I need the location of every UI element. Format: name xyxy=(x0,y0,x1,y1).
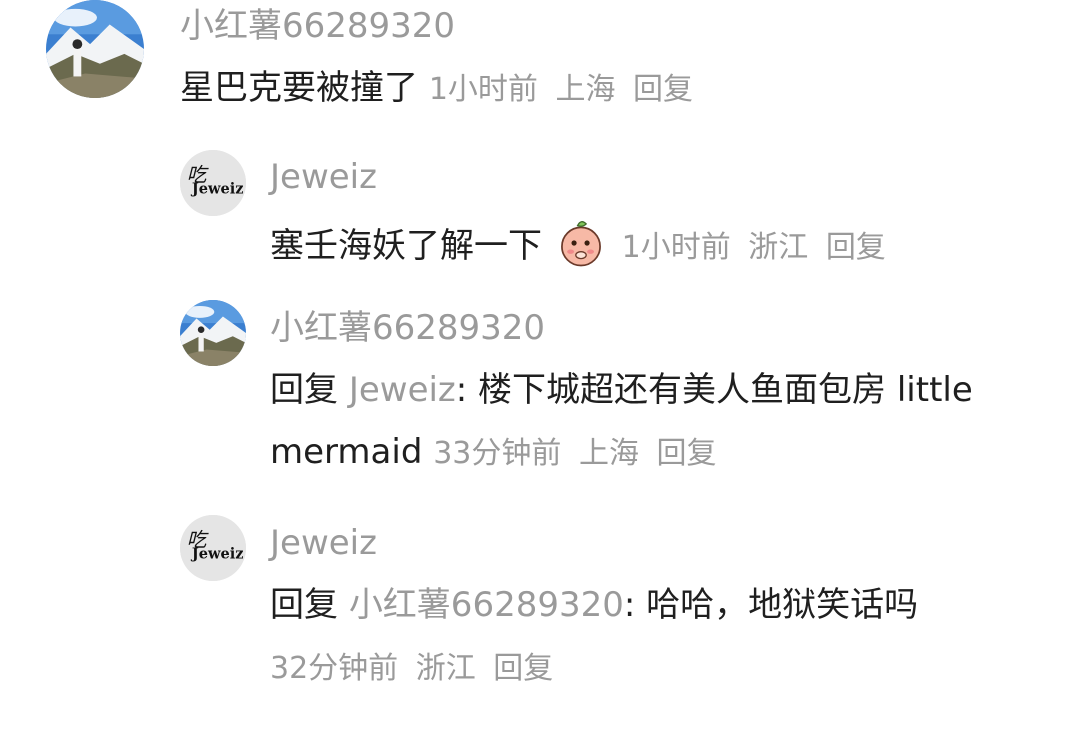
mountain-landscape-avatar-icon xyxy=(46,0,144,98)
user-avatar[interactable]: 吃 Jeweiz xyxy=(180,150,246,216)
comment-author[interactable]: Jeweiz xyxy=(270,523,377,563)
reply-button[interactable]: 回复 xyxy=(493,651,553,686)
comment-body: 塞壬海妖了解一下 1小时前 浙江 回复 xyxy=(270,217,894,270)
comment-location: 上海 xyxy=(555,72,616,107)
comment-text: 星巴克要被撞了 xyxy=(180,68,418,108)
reply-prefix: 回复 xyxy=(270,370,338,410)
comment-text: : 楼下城超还有美人鱼面包房 little xyxy=(455,370,973,410)
comment-body-line-1: 回复 Jeweiz: 楼下城超还有美人鱼面包房 little xyxy=(270,368,973,412)
comment-meta: 33分钟前 上海 回复 xyxy=(433,436,724,471)
user-avatar[interactable] xyxy=(180,300,246,366)
svg-text:Jeweiz: Jeweiz xyxy=(190,181,244,198)
reply-button[interactable]: 回复 xyxy=(826,230,886,265)
comment-text-continued: mermaid xyxy=(270,432,423,472)
comment-2: 吃 Jeweiz Jeweiz 塞壬海妖了解一下 1小时前 浙江 回复 xyxy=(0,145,1080,275)
comment-location: 上海 xyxy=(578,436,639,471)
mountain-landscape-avatar-icon xyxy=(180,300,246,366)
comment-author[interactable]: 小红薯66289320 xyxy=(180,6,455,46)
user-avatar[interactable]: 吃 Jeweiz xyxy=(180,515,246,581)
peach-cover-mouth-emoji-icon xyxy=(560,221,601,267)
comment-body: 回复 小红薯66289320: 哈哈，地狱笑话吗 xyxy=(270,583,918,627)
jeweiz-logo-avatar-icon: 吃 Jeweiz xyxy=(180,150,246,216)
reply-button[interactable]: 回复 xyxy=(657,436,717,471)
comment-location: 浙江 xyxy=(748,230,809,265)
comment-text: 塞壬海妖了解一下 xyxy=(270,226,542,266)
reply-prefix: 回复 xyxy=(270,585,338,625)
comment-time: 1小时前 xyxy=(621,230,731,265)
mention-link[interactable]: 小红薯66289320 xyxy=(349,585,624,625)
comment-author[interactable]: 小红薯66289320 xyxy=(270,308,545,348)
comment-meta: 32分钟前 浙江 回复 xyxy=(270,647,561,691)
jeweiz-logo-avatar-icon: 吃 Jeweiz xyxy=(180,515,246,581)
comment-text: : 哈哈，地狱笑话吗 xyxy=(623,585,919,625)
comment-author[interactable]: Jeweiz xyxy=(270,157,377,197)
user-avatar[interactable] xyxy=(46,0,144,98)
comment-time: 1小时前 xyxy=(428,72,538,107)
mention-link[interactable]: Jeweiz xyxy=(349,370,456,410)
comment-3: 小红薯66289320 回复 Jeweiz: 楼下城超还有美人鱼面包房 litt… xyxy=(0,300,1080,480)
comment-1: 小红薯66289320 星巴克要被撞了 1小时前 上海 回复 xyxy=(0,0,1080,120)
comment-time: 33分钟前 xyxy=(433,436,562,471)
comment-body-line-2: mermaid 33分钟前 上海 回复 xyxy=(270,430,725,476)
comment-meta: 1小时前 浙江 回复 xyxy=(622,230,894,265)
svg-text:Jeweiz: Jeweiz xyxy=(190,546,244,563)
comment-4: 吃 Jeweiz Jeweiz 回复 小红薯66289320: 哈哈，地狱笑话吗… xyxy=(0,515,1080,705)
comment-location: 浙江 xyxy=(415,651,476,686)
comment-body: 星巴克要被撞了 1小时前 上海 回复 xyxy=(180,66,701,112)
comment-meta: 1小时前 上海 回复 xyxy=(429,72,701,107)
reply-button[interactable]: 回复 xyxy=(633,72,693,107)
comment-time: 32分钟前 xyxy=(270,651,399,686)
